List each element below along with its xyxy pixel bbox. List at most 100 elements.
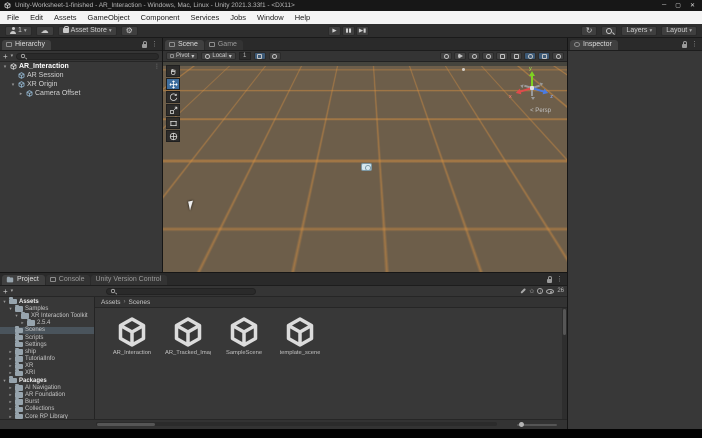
perspective-label[interactable]: < Persp — [530, 108, 551, 114]
scale-tool-button[interactable] — [166, 104, 180, 116]
chevron-down-icon[interactable]: ▾ — [11, 288, 14, 294]
search-button[interactable] — [601, 25, 618, 36]
pivot-dropdown[interactable]: Pivot ▾ — [166, 52, 199, 60]
horizontal-scrollbar[interactable] — [96, 422, 497, 426]
asset-item-samplescene[interactable]: SampleScene — [221, 316, 267, 419]
slider-knob[interactable] — [519, 422, 524, 427]
panel-menu-icon[interactable]: ⋮ — [556, 276, 563, 283]
tab-console[interactable]: Console — [45, 275, 91, 285]
tree-row-settings[interactable]: Settings — [0, 340, 94, 348]
tab-game[interactable]: Game — [204, 40, 243, 50]
grid-visibility-dropdown[interactable] — [253, 52, 266, 60]
layout-dropdown[interactable]: Layout ▾ — [661, 25, 697, 36]
expand-arrow[interactable]: ▸ — [8, 356, 13, 362]
menu-component[interactable]: Component — [141, 13, 180, 22]
layers-dropdown[interactable]: Layers ▾ — [621, 25, 658, 36]
expand-arrow[interactable]: ▸ — [8, 406, 13, 412]
lock-icon[interactable] — [142, 40, 147, 48]
menu-window[interactable]: Window — [257, 13, 284, 22]
asset-item-ar-interaction[interactable]: AR_Interaction — [109, 316, 155, 419]
move-tool-button[interactable] — [166, 78, 180, 90]
close-button[interactable]: ✕ — [690, 2, 695, 9]
lock-icon[interactable] — [682, 40, 687, 48]
tree-row-ai-navigation[interactable]: ▸ AI Navigation — [0, 383, 94, 391]
panel-menu-icon[interactable]: ⋮ — [691, 41, 698, 48]
hidden-packages-toggle[interactable] — [546, 288, 555, 294]
tab-scene[interactable]: Scene — [165, 40, 204, 50]
expand-arrow[interactable]: ▸ — [18, 91, 24, 97]
create-asset-button[interactable]: + — [3, 287, 8, 296]
thumbnail-zoom-slider[interactable] — [517, 422, 557, 427]
expand-arrow[interactable]: ▸ — [8, 349, 13, 355]
transform-tool-button[interactable] — [166, 130, 180, 142]
tab-unity-version-control[interactable]: Unity Version Control — [91, 275, 168, 285]
asset-store-button[interactable]: Asset Store ▾ — [57, 25, 117, 36]
menu-jobs[interactable]: Jobs — [230, 13, 246, 22]
tree-row-ship[interactable]: ▸ ship — [0, 347, 94, 355]
play-button[interactable]: ▶ — [328, 26, 341, 36]
effects-dropdown[interactable] — [468, 52, 480, 60]
asset-item-ar-tracked-image[interactable]: AR_Tracked_Image — [165, 316, 211, 419]
menu-assets[interactable]: Assets — [54, 13, 77, 22]
menu-help[interactable]: Help — [295, 13, 310, 22]
expand-arrow[interactable]: ▸ — [8, 392, 13, 398]
scene-camera-menu[interactable] — [552, 52, 564, 60]
pause-button[interactable]: ▮▮ — [342, 26, 355, 36]
expand-arrow[interactable]: ▾ — [8, 306, 13, 312]
snap-toggle-button[interactable] — [268, 52, 281, 60]
maximize-button[interactable]: ▢ — [675, 2, 681, 9]
tab-inspector[interactable]: Inspector — [570, 40, 618, 50]
expand-arrow[interactable]: ▸ — [8, 399, 13, 405]
add-object-button[interactable]: + — [3, 52, 8, 61]
tree-row-ar-foundation[interactable]: ▸ AR Foundation — [0, 390, 94, 398]
camera-gizmo-icon[interactable] — [360, 162, 372, 172]
panel-menu-icon[interactable]: ⋮ — [151, 41, 158, 48]
expand-arrow[interactable]: ▸ — [8, 363, 13, 369]
axis-center[interactable] — [530, 86, 534, 90]
tree-row-samples[interactable]: ▾ Samples — [0, 304, 94, 312]
handle-rotation-dropdown[interactable]: Local ▾ — [201, 52, 236, 60]
search-by-type-icon[interactable] — [520, 288, 526, 294]
lock-icon[interactable] — [547, 275, 552, 283]
expand-arrow[interactable]: ▸ — [20, 320, 25, 326]
2d-toggle-button[interactable] — [510, 52, 522, 60]
expand-arrow[interactable]: ▾ — [14, 313, 19, 319]
favorite-search-icon[interactable]: ✩ — [529, 288, 534, 295]
tree-row-xr-interaction-toolkit[interactable]: ▾ XR Interaction Toolkit — [0, 311, 94, 319]
hierarchy-row-xr-origin[interactable]: ▾ XR Origin — [0, 80, 162, 89]
expand-arrow[interactable]: ▾ — [2, 299, 7, 305]
scene-options-icon[interactable]: ⋮ — [154, 63, 160, 70]
hierarchy-search-input[interactable] — [16, 52, 159, 60]
expand-arrow[interactable]: ▾ — [10, 82, 16, 88]
view-tool-button[interactable] — [166, 65, 180, 77]
camera-settings-dropdown[interactable] — [496, 52, 508, 60]
tree-row-assets[interactable]: ▾ Assets — [0, 297, 94, 305]
minimize-button[interactable]: ─ — [662, 2, 666, 9]
step-button[interactable]: ▶▮ — [356, 26, 369, 36]
menu-file[interactable]: File — [7, 13, 19, 22]
rect-tool-button[interactable] — [166, 117, 180, 129]
expand-arrow[interactable]: ▸ — [8, 385, 13, 391]
hierarchy-row-ar-session[interactable]: AR Session — [0, 71, 162, 80]
lighting-toggle-button[interactable] — [440, 52, 452, 60]
expand-arrow[interactable]: ▾ — [2, 378, 7, 384]
chevron-down-icon[interactable]: ▾ — [11, 53, 14, 59]
account-button[interactable]: 1 ▾ — [5, 25, 32, 36]
project-search-input[interactable] — [106, 287, 257, 295]
menu-gameobject[interactable]: GameObject — [88, 13, 130, 22]
gizmos-dropdown[interactable] — [524, 52, 536, 60]
snap-increment-field[interactable]: 1 — [238, 52, 251, 60]
tab-project[interactable]: Project — [2, 275, 45, 285]
asset-item-template-scene[interactable]: template_scene — [277, 316, 323, 419]
breadcrumb-assets[interactable]: Assets — [101, 299, 121, 306]
tree-row-xri[interactable]: ▸ XRI — [0, 369, 94, 377]
info-icon[interactable]: i — [537, 288, 544, 294]
menu-edit[interactable]: Edit — [30, 13, 43, 22]
hierarchy-row-scene[interactable]: ▾ AR_Interaction ⋮ — [0, 62, 162, 71]
vertical-scrollbar[interactable] — [562, 308, 567, 419]
tree-row-packages[interactable]: ▾ Packages — [0, 376, 94, 384]
tab-hierarchy[interactable]: Hierarchy — [2, 40, 51, 50]
breadcrumb-scenes[interactable]: Scenes — [129, 299, 151, 306]
expand-arrow[interactable]: ▾ — [2, 64, 8, 70]
menu-services[interactable]: Services — [190, 13, 219, 22]
